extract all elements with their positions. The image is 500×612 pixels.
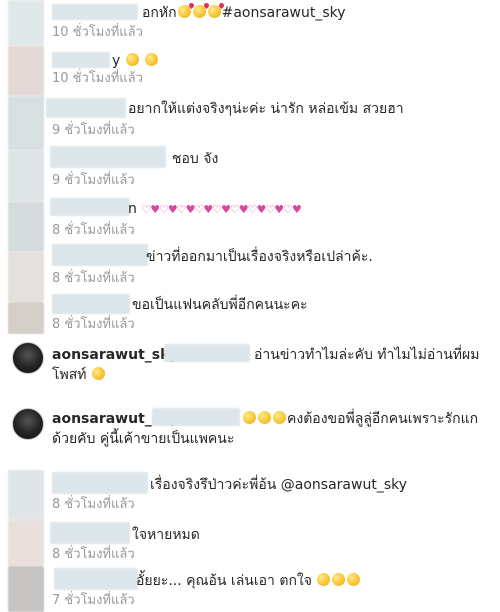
blurred-avatar: [8, 302, 44, 334]
comment-time: 8 ชั่วโมงที่แล้ว: [52, 271, 135, 286]
grin-emoji-icon: [273, 411, 286, 424]
reply-text-cont: โพสท์: [52, 367, 87, 383]
reply-text-cont: ด้วยคับ คู่นี้เค้าขายเป็นแพคนะ: [52, 431, 235, 447]
comment-time: 8 ชั่วโมงที่แล้ว: [52, 317, 135, 332]
blurred-username: [50, 146, 166, 168]
blurred-avatar: [8, 520, 44, 566]
laughing-emoji-icon: [317, 573, 331, 586]
comment-text: อยากให้แต่งจริงๆน่ะค่ะ น่ารัก หล่อเข้ม ส…: [128, 101, 404, 117]
comment-item: เรื่องจริงรึป่าวค่ะพี่อ้น @aonsarawut_sk…: [52, 472, 490, 514]
comment-feed: อกหัก #aonsarawut_sky 10 ชั่วโมงที่แล้ว y…: [0, 0, 500, 612]
user-avatar[interactable]: [12, 342, 44, 374]
comment-time: 10 ชั่วโมงที่แล้ว: [52, 25, 143, 40]
smile-emoji-icon: [91, 367, 105, 380]
comment-item: y 10 ชั่วโมงที่แล้ว: [52, 52, 490, 88]
username-link[interactable]: aonsarawut_sky: [52, 347, 179, 363]
blurred-avatar: [8, 470, 44, 520]
comment-text: ชอบ จัง: [172, 151, 219, 167]
comment-time: 8 ชั่วโมงที่แล้ว: [52, 497, 135, 512]
comment-text: อกหัก: [142, 5, 177, 21]
comment-item: ชอบ จัง 9 ชั่วโมงที่แล้ว: [50, 146, 490, 190]
laughing-emoji-icon: [145, 53, 159, 66]
blurred-avatar: [8, 0, 44, 46]
laughing-emoji-icon: [125, 53, 139, 66]
blurred-username: [52, 294, 130, 314]
user-avatar[interactable]: [12, 408, 44, 440]
comment-time: 9 ชั่วโมงที่แล้ว: [52, 123, 135, 138]
grin-emoji-icon: [243, 411, 256, 424]
blurred-username: [46, 98, 126, 118]
kiss-emoji-icon: [177, 5, 191, 18]
comment-text: ใจหายหมด: [132, 527, 200, 543]
blurred-username: [52, 244, 148, 266]
blurred-avatar: [8, 150, 44, 202]
reply-text: คงต้องขอพี่ลูลู่อีกคนเพราะรักแก: [287, 411, 479, 427]
kiss-emoji-icon: [192, 5, 206, 18]
blurred-mention: [164, 344, 250, 362]
comment-time: 8 ชั่วโมงที่แล้ว: [52, 223, 135, 238]
blurred-username: [50, 522, 130, 544]
comment-time: 8 ชั่วโมงที่แล้ว: [52, 547, 135, 562]
comment-time: 9 ชั่วโมงที่แล้ว: [52, 173, 135, 188]
blurred-avatar: [8, 202, 44, 252]
comment-item: อยากให้แต่งจริงๆน่ะค่ะ น่ารัก หล่อเข้ม ส…: [46, 98, 490, 140]
blurred-username: [52, 4, 138, 20]
comment-item: ขอเป็นแฟนคลับพี่อีกคนนะคะ 8 ชั่วโมงที่แล…: [52, 294, 490, 334]
blurred-avatar: [8, 566, 44, 612]
blurred-avatar: [8, 252, 44, 302]
comment-item: อั้ยยะ... คุณอ้น เล่นเอา ตกใจ 7 ชั่วโมงท…: [52, 568, 490, 610]
heart-emoji-icon: ♡♥♡♥♡♥♡♥♡♥♡♥♡♥♡♥♡♥: [141, 203, 302, 216]
comment-text: ขอเป็นแฟนคลับพี่อีกคนนะคะ: [132, 297, 308, 313]
comment-text: อั้ยยะ... คุณอ้น เล่นเอา ตกใจ: [136, 573, 312, 589]
laughing-emoji-icon: [332, 573, 346, 586]
blurred-username: [50, 198, 130, 216]
comment-item: ใจหายหมด 8 ชั่วโมงที่แล้ว: [50, 522, 490, 564]
hashtag-link[interactable]: #aonsarawut_sky: [222, 5, 346, 21]
comment-item: ข่าวที่ออกมาเป็นเรื่องจริงหรือเปล่าค้ะ. …: [52, 244, 490, 288]
comment-time: 7 ชั่วโมงที่แล้ว: [52, 593, 135, 608]
laughing-emoji-icon: [347, 573, 361, 586]
comment-text: ข่าวที่ออกมาเป็นเรื่องจริงหรือเปล่าค้ะ.: [146, 249, 373, 265]
blurred-username: [52, 52, 110, 68]
blurred-avatar: [8, 46, 44, 96]
owner-reply: aonsarawut_sky อ่านข่าวทำไมล่ะคับ ทำไมไม…: [52, 344, 490, 386]
mention-link[interactable]: @aonsarawut_sky: [281, 477, 407, 493]
blurred-username: [52, 472, 148, 494]
comment-item: n ♡♥♡♥♡♥♡♥♡♥♡♥♡♥♡♥♡♥ 8 ชั่วโมงที่แล้ว: [50, 198, 490, 240]
blurred-mention: [152, 408, 240, 426]
comment-text: เรื่องจริงรึป่าวค่ะพี่อ้น: [150, 477, 277, 493]
blurred-username: [54, 568, 138, 590]
blurred-avatar: [8, 96, 44, 150]
comment-time: 10 ชั่วโมงที่แล้ว: [52, 71, 143, 86]
grin-emoji-icon: [258, 411, 271, 424]
comment-item: อกหัก #aonsarawut_sky 10 ชั่วโมงที่แล้ว: [52, 4, 490, 42]
owner-reply: aonsarawut_sky คงต้องขอพี่ลูลู่อีกคนเพรา…: [52, 408, 490, 450]
reply-text: อ่านข่าวทำไมล่ะคับ ทำไมไม่อ่านที่ผม: [254, 347, 480, 363]
kiss-emoji-icon: [207, 5, 221, 18]
